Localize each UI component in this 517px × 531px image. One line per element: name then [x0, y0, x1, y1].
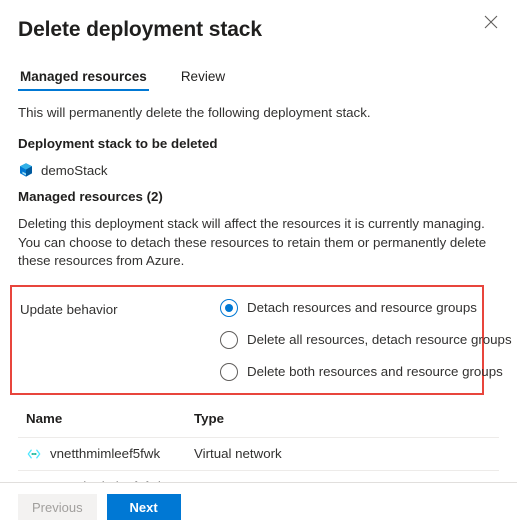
- table-row[interactable]: vnetthmimleef5fwk Virtual network: [18, 437, 499, 471]
- radio-label: Delete all resources, detach resource gr…: [247, 332, 512, 347]
- update-behavior-label: Update behavior: [20, 301, 118, 317]
- managed-resources-label: Managed resources (2): [18, 189, 163, 204]
- description-text: Deleting this deployment stack will affe…: [18, 216, 487, 268]
- radio-mark-icon: [220, 298, 238, 317]
- radio-delete-both-resources-and-resource-groups[interactable]: Delete both resources and resource group…: [220, 362, 512, 381]
- radio-label: Detach resources and resource groups: [247, 300, 477, 315]
- deployment-stack-name: demoStack: [41, 162, 108, 178]
- dialog-header: Delete deployment stack: [0, 0, 517, 44]
- dialog-body: This will permanently delete the followi…: [0, 104, 517, 504]
- update-behavior-radio-group[interactable]: Detach resources and resource groups Del…: [220, 298, 512, 381]
- stack-section-label: Deployment stack to be deleted: [18, 136, 218, 151]
- radio-mark-icon: [220, 330, 238, 349]
- radio-delete-all-resources-detach-resource-groups[interactable]: Delete all resources, detach resource gr…: [220, 330, 512, 349]
- radio-label: Delete both resources and resource group…: [247, 364, 503, 379]
- page-title: Delete deployment stack: [18, 18, 262, 41]
- dialog-footer: Previous Next: [0, 482, 517, 531]
- virtual-network-icon: [26, 446, 42, 462]
- deployment-stack-row: demoStack: [18, 162, 499, 178]
- resource-name: vnetthmimleef5fwk: [50, 446, 161, 461]
- intro-text: This will permanently delete the followi…: [18, 105, 371, 120]
- table-header: Name Type: [18, 410, 499, 438]
- radio-mark-icon: [220, 362, 238, 381]
- tab-managed-resources[interactable]: Managed resources: [18, 69, 149, 91]
- radio-detach-resources-and-resource-groups[interactable]: Detach resources and resource groups: [220, 298, 512, 317]
- resource-type-cell: Virtual network: [194, 437, 499, 471]
- tab-review[interactable]: Review: [179, 69, 227, 91]
- update-behavior-section: Update behavior Detach resources and res…: [12, 298, 512, 381]
- update-behavior-highlight: Update behavior Detach resources and res…: [10, 284, 512, 395]
- table-header-row: Name Type: [18, 410, 499, 438]
- column-header-type[interactable]: Type: [194, 410, 499, 438]
- resource-name-cell: vnetthmimleef5fwk: [18, 437, 194, 471]
- column-header-name[interactable]: Name: [18, 410, 194, 438]
- next-button[interactable]: Next: [106, 494, 181, 520]
- tab-strip: Managed resources Review: [0, 61, 517, 91]
- deployment-stack-icon: [18, 162, 34, 178]
- close-button[interactable]: [477, 8, 505, 36]
- close-icon: [484, 15, 498, 29]
- previous-button[interactable]: Previous: [18, 494, 97, 520]
